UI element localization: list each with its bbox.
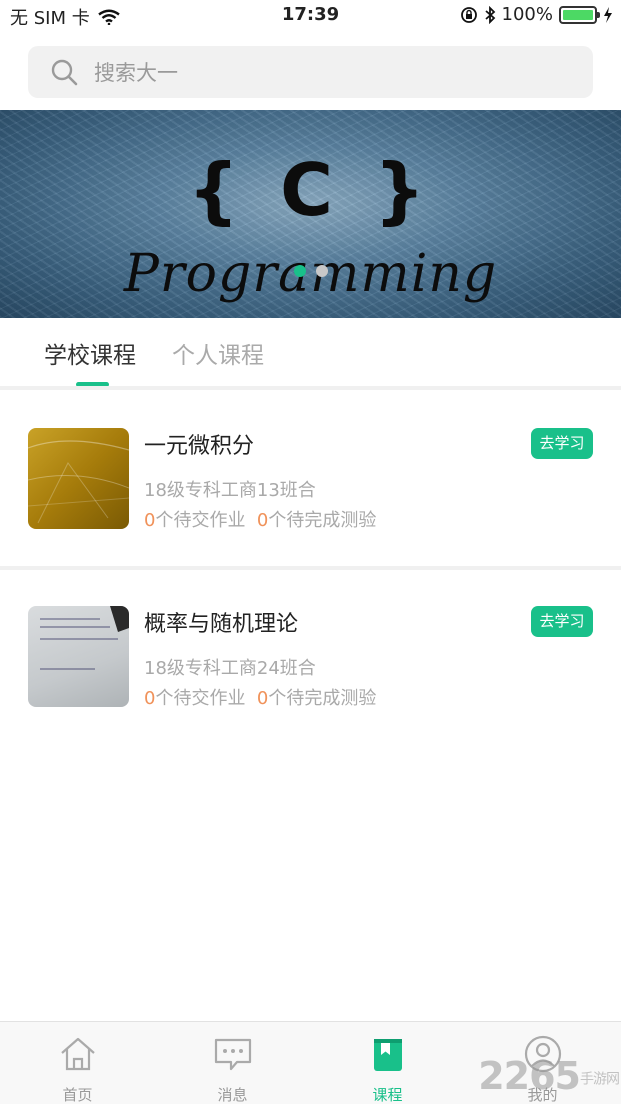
charging-icon xyxy=(604,6,612,23)
carousel-dots xyxy=(294,265,328,277)
nav-home-label: 首页 xyxy=(62,1086,93,1104)
battery-percent: 100% xyxy=(501,4,553,25)
test-count: 0 xyxy=(256,510,269,531)
test-label: 个待完成测验 xyxy=(268,510,377,531)
course-stats: 0个待交作业 0个待完成测验 xyxy=(144,506,376,532)
nav-home[interactable]: 首页 xyxy=(0,1022,155,1104)
home-icon xyxy=(61,1037,95,1071)
course-title: 概率与随机理论 xyxy=(144,612,299,637)
status-right: 100% xyxy=(460,4,613,25)
test-count: 0 xyxy=(256,688,269,709)
nav-messages[interactable]: 消息 xyxy=(155,1022,310,1104)
carousel-dot-2[interactable] xyxy=(316,265,328,277)
watermark-logo: 2265手游网 xyxy=(478,1054,620,1098)
course-icon xyxy=(374,1039,402,1071)
search-input[interactable]: 搜索大一 xyxy=(28,46,593,98)
bluetooth-icon xyxy=(484,5,495,24)
test-label: 个待完成测验 xyxy=(268,688,377,709)
course-card[interactable]: 概率与随机理论 18级专科工商24班合 0个待交作业 0个待完成测验 去学习 xyxy=(0,568,621,744)
rotation-lock-icon xyxy=(460,6,477,23)
course-class: 18级专科工商13班合 xyxy=(144,480,316,501)
homework-label: 个待交作业 xyxy=(155,688,246,709)
banner-logo-text: { C } xyxy=(187,148,434,232)
battery-icon xyxy=(559,5,600,24)
course-thumbnail xyxy=(28,428,129,529)
course-class: 18级专科工商24班合 xyxy=(144,658,316,679)
tab-personal-courses[interactable]: 个人课程 xyxy=(172,336,264,370)
message-icon xyxy=(214,1038,252,1071)
course-card[interactable]: 一元微积分 18级专科工商13班合 0个待交作业 0个待完成测验 去学习 xyxy=(0,390,621,566)
tab-school-courses[interactable]: 学校课程 xyxy=(44,336,136,370)
course-title: 一元微积分 xyxy=(144,434,255,459)
course-tabs: 学校课程 个人课程 xyxy=(0,318,621,388)
carousel-dot-1[interactable] xyxy=(294,265,306,277)
nav-messages-label: 消息 xyxy=(217,1086,248,1104)
homework-count: 0 xyxy=(144,510,156,531)
nav-courses-label: 课程 xyxy=(372,1086,403,1104)
banner-carousel[interactable]: { C } Programming xyxy=(0,110,621,318)
course-thumbnail xyxy=(28,606,129,707)
search-placeholder: 搜索大一 xyxy=(94,61,178,85)
status-bar: 无 SIM 卡 17:39 100% xyxy=(0,0,621,32)
nav-courses[interactable]: 课程 xyxy=(310,1022,465,1104)
go-study-button[interactable]: 去学习 xyxy=(531,606,593,637)
homework-count: 0 xyxy=(144,688,156,709)
course-stats: 0个待交作业 0个待完成测验 xyxy=(144,684,376,710)
search-icon xyxy=(51,59,78,86)
go-study-button[interactable]: 去学习 xyxy=(531,428,593,459)
homework-label: 个待交作业 xyxy=(155,510,246,531)
